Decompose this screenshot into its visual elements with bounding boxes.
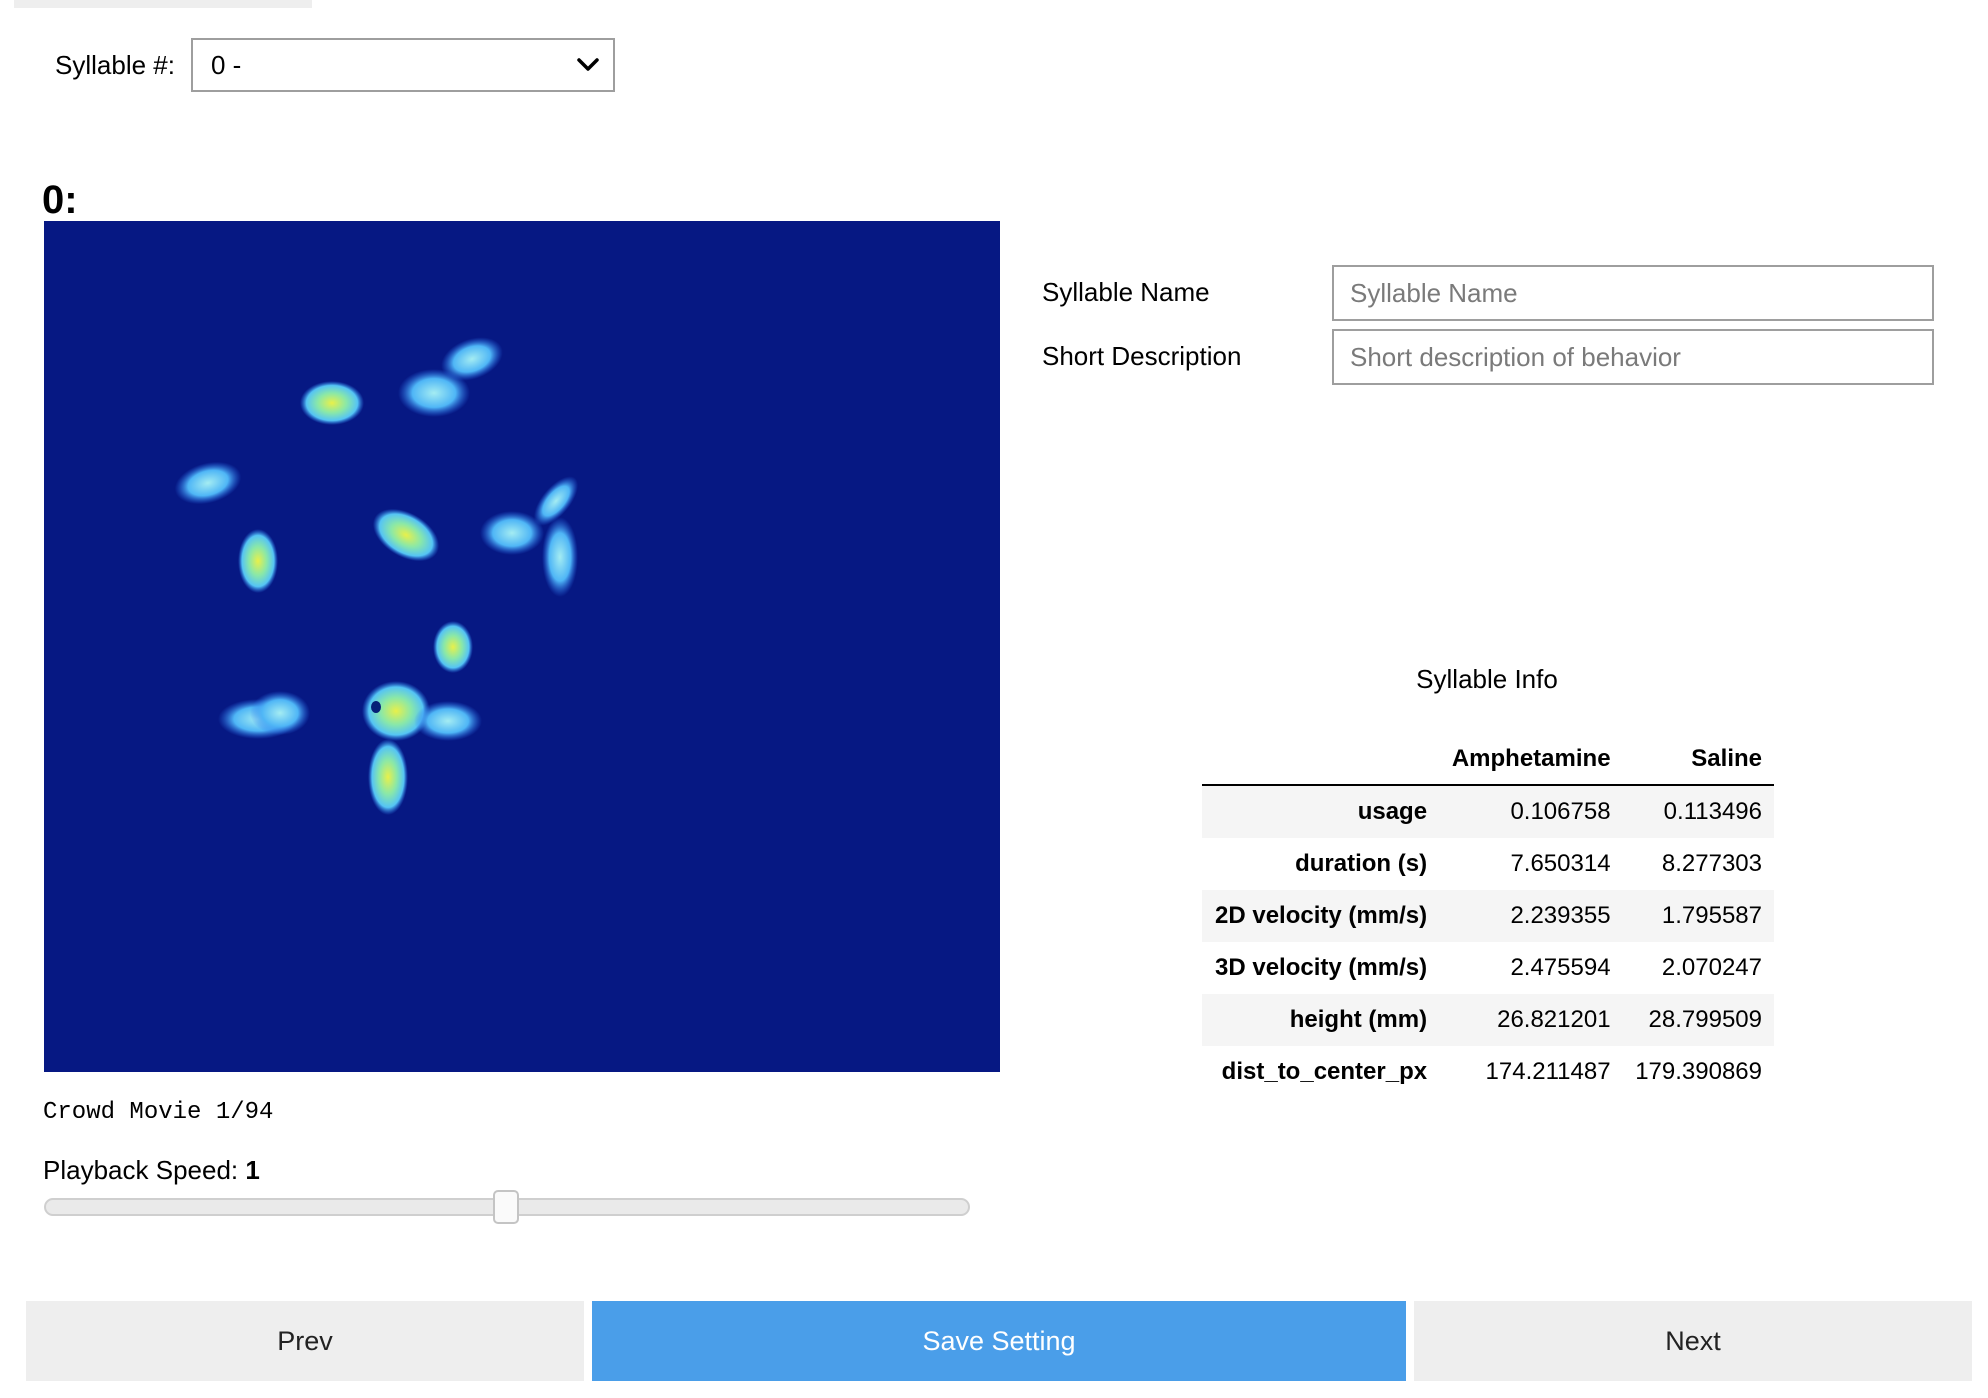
- cell-saline: 0.113496: [1622, 785, 1774, 838]
- short-description-label: Short Description: [1042, 341, 1242, 371]
- playback-speed-text: Playback Speed:: [43, 1155, 239, 1185]
- table-row: height (mm) 26.821201 28.799509: [1202, 994, 1774, 1046]
- playback-speed-label: Playback Speed: 1: [43, 1155, 260, 1186]
- table-row: usage 0.106758 0.113496: [1202, 785, 1774, 838]
- top-tab-stub: [14, 0, 312, 8]
- syllable-info-table: Amphetamine Saline usage 0.106758 0.1134…: [1202, 734, 1774, 1098]
- chevron-down-icon: [577, 58, 599, 71]
- crowd-movie-caption: Crowd Movie 1/94: [43, 1099, 274, 1126]
- syllable-select-value: 0 -: [211, 50, 242, 80]
- table-header-saline: Saline: [1622, 734, 1774, 786]
- short-description-input[interactable]: [1332, 329, 1934, 385]
- cell-amphetamine: 174.211487: [1485, 1058, 1611, 1085]
- row-label: height (mm): [1202, 994, 1440, 1046]
- mouse-blobs: [174, 337, 579, 815]
- table-header-row: Amphetamine Saline: [1202, 734, 1774, 786]
- cell-amphetamine: 7.650314: [1510, 850, 1611, 877]
- syllable-name-input[interactable]: [1332, 265, 1934, 321]
- row-label: duration (s): [1295, 850, 1428, 877]
- crowd-movie-frame: [174, 337, 579, 815]
- cell-amphetamine: 0.106758: [1439, 785, 1623, 838]
- save-setting-button[interactable]: Save Setting: [592, 1301, 1406, 1381]
- syllable-info-title: Syllable Info: [1416, 664, 1558, 694]
- syllable-select[interactable]: 0 -: [191, 38, 615, 92]
- cell-saline: 2.070247: [1661, 954, 1762, 981]
- crowd-movie-video[interactable]: [44, 221, 1000, 1072]
- cell-saline: 28.799509: [1622, 994, 1774, 1046]
- syllable-number-label: Syllable #:: [55, 50, 175, 80]
- table-header-amphetamine: Amphetamine: [1439, 734, 1623, 786]
- cell-amphetamine: 26.821201: [1439, 994, 1623, 1046]
- row-label: usage: [1202, 785, 1440, 838]
- cell-saline: 8.277303: [1661, 850, 1762, 877]
- syllable-name-label: Syllable Name: [1042, 277, 1210, 307]
- next-button[interactable]: Next: [1414, 1301, 1972, 1381]
- cell-saline: 1.795587: [1622, 890, 1774, 942]
- row-label: dist_to_center_px: [1221, 1058, 1428, 1085]
- row-label: 3D velocity (mm/s): [1215, 954, 1428, 981]
- table-row: 2D velocity (mm/s) 2.239355 1.795587: [1202, 890, 1774, 942]
- cell-amphetamine: 2.475594: [1510, 954, 1611, 981]
- row-label: 2D velocity (mm/s): [1202, 890, 1440, 942]
- table-header-blank: [1202, 734, 1440, 786]
- playback-speed-slider-handle[interactable]: [493, 1190, 519, 1224]
- syllable-heading: 0:: [42, 178, 78, 222]
- table-row: 3D velocity (mm/s) 2.475594 2.070247: [1202, 942, 1774, 994]
- table-row: duration (s) 7.650314 8.277303: [1202, 838, 1774, 890]
- prev-button[interactable]: Prev: [26, 1301, 584, 1381]
- playback-speed-value: 1: [245, 1155, 260, 1185]
- cell-amphetamine: 2.239355: [1439, 890, 1623, 942]
- table-row: dist_to_center_px 174.211487 179.390869: [1202, 1046, 1774, 1098]
- cell-saline: 179.390869: [1635, 1058, 1762, 1085]
